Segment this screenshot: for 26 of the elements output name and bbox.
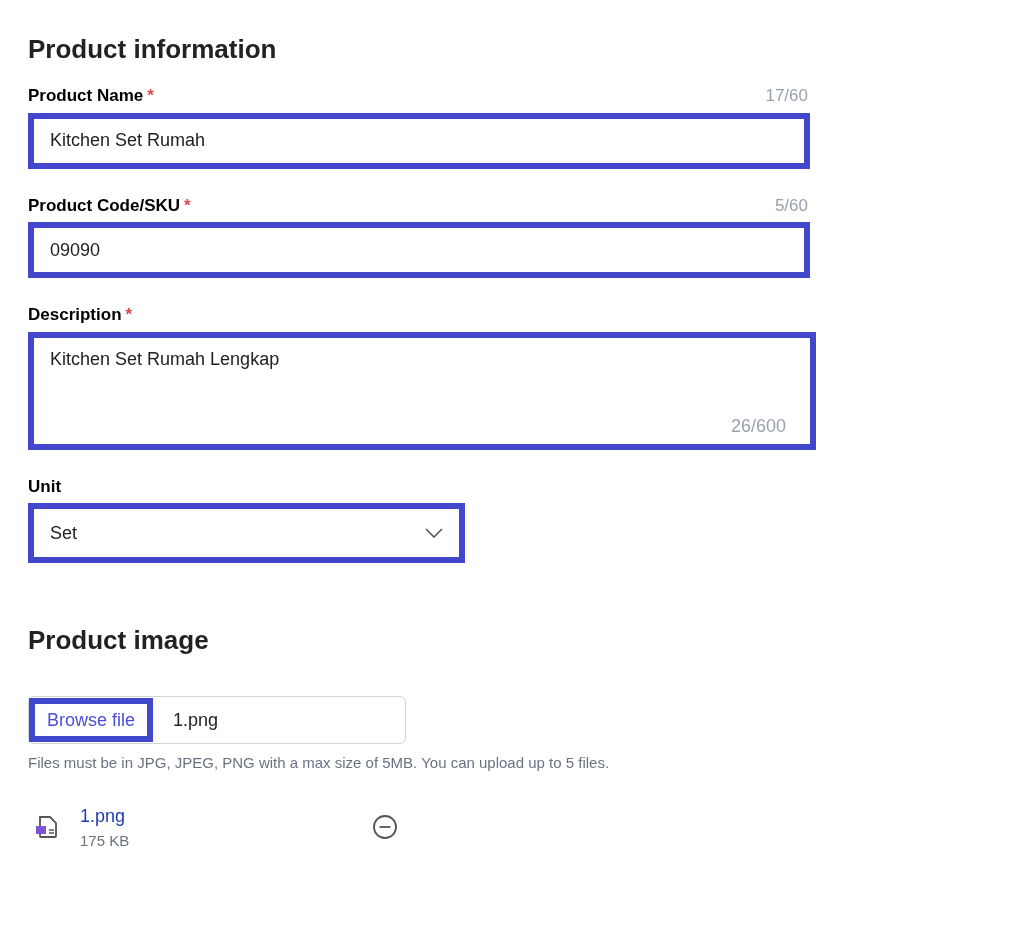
select-value: Set — [50, 521, 78, 545]
character-counter: 26/600 — [730, 414, 787, 438]
character-counter: 17/60 — [765, 85, 808, 107]
section-title: Product information — [28, 33, 278, 66]
help-text: Files must be in JPG, JPEG, PNG with a max size of 5MB. You can upload up to 5 files. — [28, 753, 611, 773]
field-label: Product Code/SKU — [28, 194, 181, 217]
image-file-icon — [34, 814, 60, 841]
chevron-down-icon — [425, 528, 443, 538]
unit-select[interactable]: Set — [28, 503, 465, 563]
text-input[interactable]: 09090 — [28, 222, 810, 278]
chosen-file-name: 1.png — [173, 708, 219, 732]
browse-file-button[interactable]: Browse file — [29, 698, 154, 742]
file-name-link[interactable]: 1.png — [80, 802, 130, 830]
required-mark: * — [184, 194, 191, 217]
required-mark: * — [147, 85, 154, 107]
remove-icon[interactable] — [372, 814, 398, 841]
field-label: Product Name — [28, 85, 144, 107]
description-textarea[interactable]: Kitchen Set Rumah Lengkap 26/600 — [28, 331, 816, 450]
character-counter: 5/60 — [774, 194, 808, 217]
text-input[interactable]: Kitchen Set Rumah — [28, 112, 810, 169]
section-title: Product image — [28, 624, 210, 657]
required-mark: * — [125, 304, 133, 326]
textarea-value: Kitchen Set Rumah Lengkap — [50, 347, 281, 371]
field-label: Unit — [28, 475, 62, 498]
file-size: 175 KB — [80, 830, 130, 851]
field-label: Description — [28, 304, 122, 326]
